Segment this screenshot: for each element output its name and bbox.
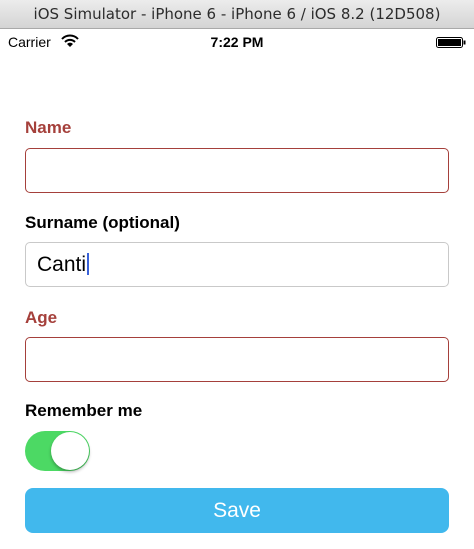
save-button[interactable]: Save: [25, 488, 449, 533]
age-label: Age: [25, 308, 58, 327]
surname-field[interactable]: Canti: [25, 242, 449, 287]
status-bar: Carrier 7:22 PM: [0, 29, 474, 55]
age-field[interactable]: [25, 337, 449, 382]
remember-me-toggle[interactable]: [25, 431, 90, 471]
name-label: Name: [25, 118, 72, 137]
toggle-knob: [51, 432, 89, 470]
name-field[interactable]: [25, 148, 449, 193]
window-title: iOS Simulator - iPhone 6 - iPhone 6 / iO…: [0, 0, 474, 29]
surname-label: Surname (optional): [25, 213, 180, 232]
text-caret: [87, 253, 90, 275]
battery-icon: [436, 37, 466, 48]
surname-value: Canti: [37, 253, 87, 276]
remember-me-label: Remember me: [25, 401, 143, 420]
status-time: 7:22 PM: [210, 34, 264, 50]
